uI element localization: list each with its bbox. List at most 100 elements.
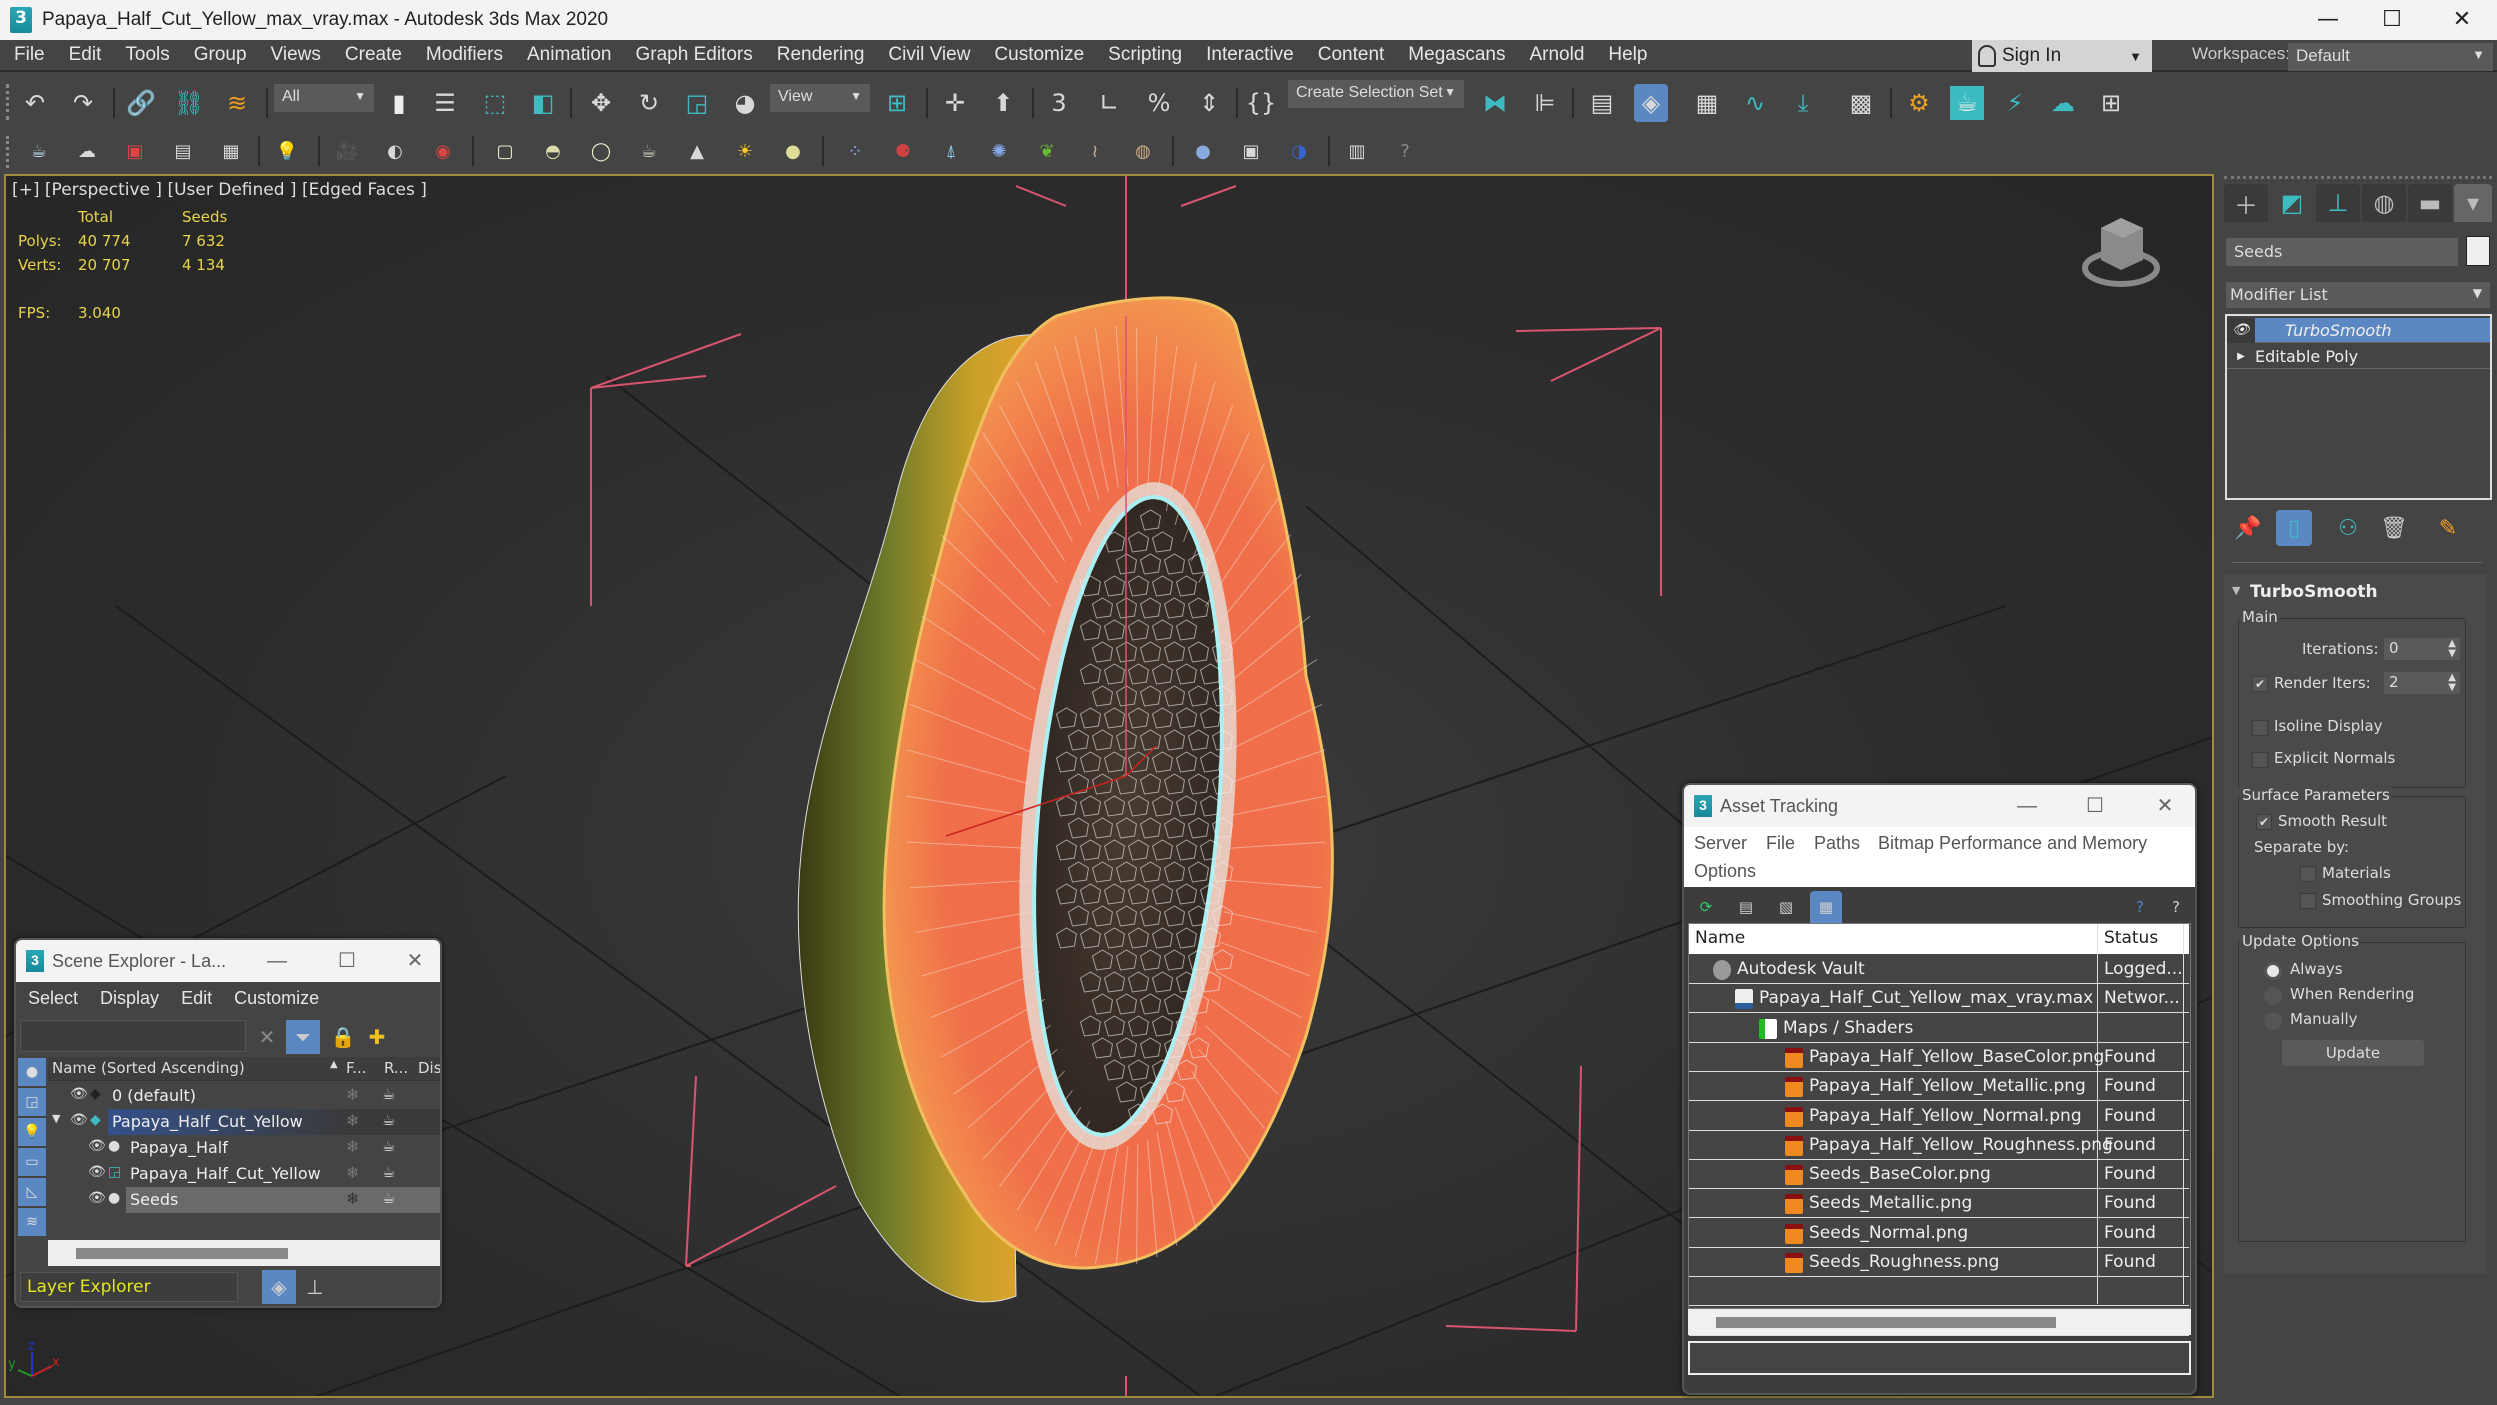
expand-arrow-icon[interactable]: ▶ xyxy=(2227,351,2255,362)
menu-help[interactable]: Help xyxy=(1596,44,1659,66)
vray-material-override-icon[interactable]: ▣ xyxy=(1234,134,1268,168)
vray-proxy-icon[interactable]: ⁘ xyxy=(838,134,872,168)
vray-dome-camera-icon[interactable]: ◐ xyxy=(378,134,412,168)
layer-mode-icon[interactable]: ◈ xyxy=(262,1270,296,1304)
vray-render-elements-icon[interactable]: ▦ xyxy=(214,134,248,168)
render-teapot-icon[interactable]: ☕ xyxy=(382,1111,395,1129)
help-icon[interactable]: ? xyxy=(1388,134,1422,168)
se-menu-edit[interactable]: Edit xyxy=(169,988,222,1009)
vray-mesh-light-icon[interactable]: ☕ xyxy=(632,134,666,168)
help-icon[interactable]: ? xyxy=(2160,891,2192,923)
hierarchy-tab[interactable]: ⊥ xyxy=(2316,184,2360,222)
layer-explorer-toggle-icon[interactable]: ◈ xyxy=(1634,84,1668,122)
rectangular-selection-icon[interactable]: ⬚ xyxy=(478,86,512,120)
toolbar-grip[interactable] xyxy=(6,84,10,120)
vray-light-sphere-icon[interactable]: ◯ xyxy=(584,134,618,168)
angle-snap-icon[interactable]: ∟ xyxy=(1092,86,1126,120)
undo-icon[interactable]: ↶ xyxy=(18,86,52,120)
rendered-frame-window-icon[interactable]: ☕ xyxy=(1950,86,1984,120)
teapot-icon[interactable]: ☕ xyxy=(22,134,56,168)
select-manipulate-toggle-icon[interactable]: ✛ xyxy=(938,86,972,120)
spinner-snap-icon[interactable]: ⇕ xyxy=(1192,86,1226,120)
update-always-radio[interactable] xyxy=(2264,962,2282,980)
eye-icon[interactable]: 👁 xyxy=(70,1086,88,1102)
configure-modifier-sets-icon[interactable]: ✎ xyxy=(2430,510,2466,546)
freeze-icon[interactable]: ❄ xyxy=(346,1189,359,1208)
menu-tools[interactable]: Tools xyxy=(113,44,181,66)
vray-fur-icon[interactable]: ✺ xyxy=(982,134,1016,168)
asset-row[interactable]: Autodesk Vault Logged... xyxy=(1689,955,2189,984)
vray-particle-icon[interactable]: ⚈ xyxy=(886,134,920,168)
update-when-rendering-radio[interactable] xyxy=(2264,987,2282,1005)
spinner-arrows-icon[interactable]: ▲ ▼ xyxy=(2448,673,2456,693)
asset-row[interactable]: Papaya_Half_Cut_Yellow_max_vray.max Netwo… xyxy=(1689,984,2189,1014)
stack-item-editable-poly[interactable]: ▶ Editable Poly xyxy=(2227,344,2490,369)
se-menu-customize[interactable]: Customize xyxy=(222,988,329,1009)
menu-views[interactable]: Views xyxy=(259,44,333,66)
vray-ambient-light-icon[interactable]: ● xyxy=(776,134,810,168)
display-space-warps-icon[interactable]: ≋ xyxy=(18,1208,46,1236)
toolbar-grip[interactable] xyxy=(6,136,10,168)
display-helpers-icon[interactable]: ◺ xyxy=(18,1178,46,1206)
asset-row[interactable]: Papaya_Half_Yellow_BaseColor.png Found xyxy=(1689,1043,2189,1072)
se-menu-display[interactable]: Display xyxy=(88,988,169,1009)
curve-editor-icon[interactable]: ∿ xyxy=(1738,86,1772,120)
vray-material-icon[interactable]: ● xyxy=(1186,134,1220,168)
at-menu-options[interactable]: Options xyxy=(1694,861,1756,882)
render-setup-icon[interactable]: ⚙ xyxy=(1902,86,1936,120)
select-manipulate-icon[interactable]: ◕ xyxy=(728,86,762,120)
snaps-3d-icon[interactable]: 3 xyxy=(1042,86,1076,120)
align-icon[interactable]: ⊫ xyxy=(1528,86,1562,120)
vray-hair-ox-icon[interactable]: ◍ xyxy=(1126,134,1160,168)
scene-explorer-search-input[interactable] xyxy=(20,1020,246,1052)
freeze-icon[interactable]: ❄ xyxy=(346,1163,359,1182)
stack-item-turbosmooth[interactable]: 👁 TurboSmooth xyxy=(2227,317,2490,343)
scene-explorer-row[interactable]: 👁 ● Seeds ❄ ☕ xyxy=(48,1187,440,1213)
asset-row[interactable]: Seeds_BaseColor.png Found xyxy=(1689,1160,2189,1190)
eye-icon[interactable]: 👁 xyxy=(2227,317,2255,343)
freeze-icon[interactable]: ❄ xyxy=(346,1085,359,1104)
menu-rendering[interactable]: Rendering xyxy=(765,44,877,66)
make-unique-icon[interactable]: ⚇ xyxy=(2330,510,2366,546)
object-name-field[interactable]: Seeds xyxy=(2226,238,2458,266)
render-teapot-icon[interactable]: ☕ xyxy=(382,1137,395,1155)
scrollbar-thumb[interactable] xyxy=(76,1248,288,1259)
vray-scatter-icon[interactable]: ❦ xyxy=(1030,134,1064,168)
vray-light-lister-icon[interactable]: 💡 xyxy=(270,134,304,168)
column-render-header[interactable]: R... xyxy=(384,1059,408,1077)
show-end-result-icon[interactable]: ▯ xyxy=(2276,510,2312,546)
menu-civil-view[interactable]: Civil View xyxy=(876,44,982,66)
at-menu-paths[interactable]: Paths xyxy=(1814,833,1860,854)
sign-in-button[interactable]: Sign In ▼ xyxy=(1972,40,2152,72)
vray-physical-camera-icon[interactable]: ◉ xyxy=(426,134,460,168)
tree-view-icon[interactable]: ▧ xyxy=(1770,891,1802,923)
freeze-icon[interactable]: ❄ xyxy=(346,1137,359,1156)
display-cameras-icon[interactable]: ▭ xyxy=(18,1148,46,1176)
menu-group[interactable]: Group xyxy=(182,44,259,66)
material-editor-icon[interactable]: ▩ xyxy=(1844,86,1878,120)
isoline-display-checkbox[interactable] xyxy=(2252,720,2268,736)
maximize-button[interactable]: ☐ xyxy=(322,940,372,982)
select-by-name-icon[interactable]: ☰ xyxy=(428,86,462,120)
asset-row[interactable]: Seeds_Metallic.png Found xyxy=(1689,1189,2189,1219)
clear-search-icon[interactable]: ✕ xyxy=(250,1020,284,1054)
eye-icon[interactable]: 👁 xyxy=(70,1112,88,1128)
horizontal-scrollbar[interactable] xyxy=(1688,1309,2191,1335)
vray-settings-icon[interactable]: ▤ xyxy=(166,134,200,168)
lock-icon[interactable]: 🔒 xyxy=(326,1020,360,1054)
display-shapes-icon[interactable]: ◲ xyxy=(18,1088,46,1116)
workspaces-dropdown[interactable]: Default ▼ xyxy=(2288,43,2493,71)
asset-tracking-titlebar[interactable]: 3 Asset Tracking — ☐ ✕ xyxy=(1684,785,2195,827)
mirror-icon[interactable]: ⧓ xyxy=(1478,86,1512,120)
asset-row[interactable]: Papaya_Half_Yellow_Metallic.png Found xyxy=(1689,1072,2189,1102)
pin-stack-icon[interactable]: 📌 xyxy=(2230,510,2266,546)
update-button[interactable]: Update xyxy=(2282,1040,2424,1066)
list-view-icon[interactable]: ▤ xyxy=(1730,891,1762,923)
vray-light-plane-icon[interactable]: ▢ xyxy=(488,134,522,168)
materials-checkbox[interactable] xyxy=(2300,866,2316,882)
menu-graph-editors[interactable]: Graph Editors xyxy=(624,44,765,66)
asset-row[interactable]: Maps / Shaders xyxy=(1689,1014,2189,1043)
remove-modifier-icon[interactable]: 🗑 xyxy=(2376,510,2412,546)
column-name-header[interactable]: Name xyxy=(1695,928,1745,948)
add-layer-icon[interactable]: ✚ xyxy=(360,1020,394,1054)
